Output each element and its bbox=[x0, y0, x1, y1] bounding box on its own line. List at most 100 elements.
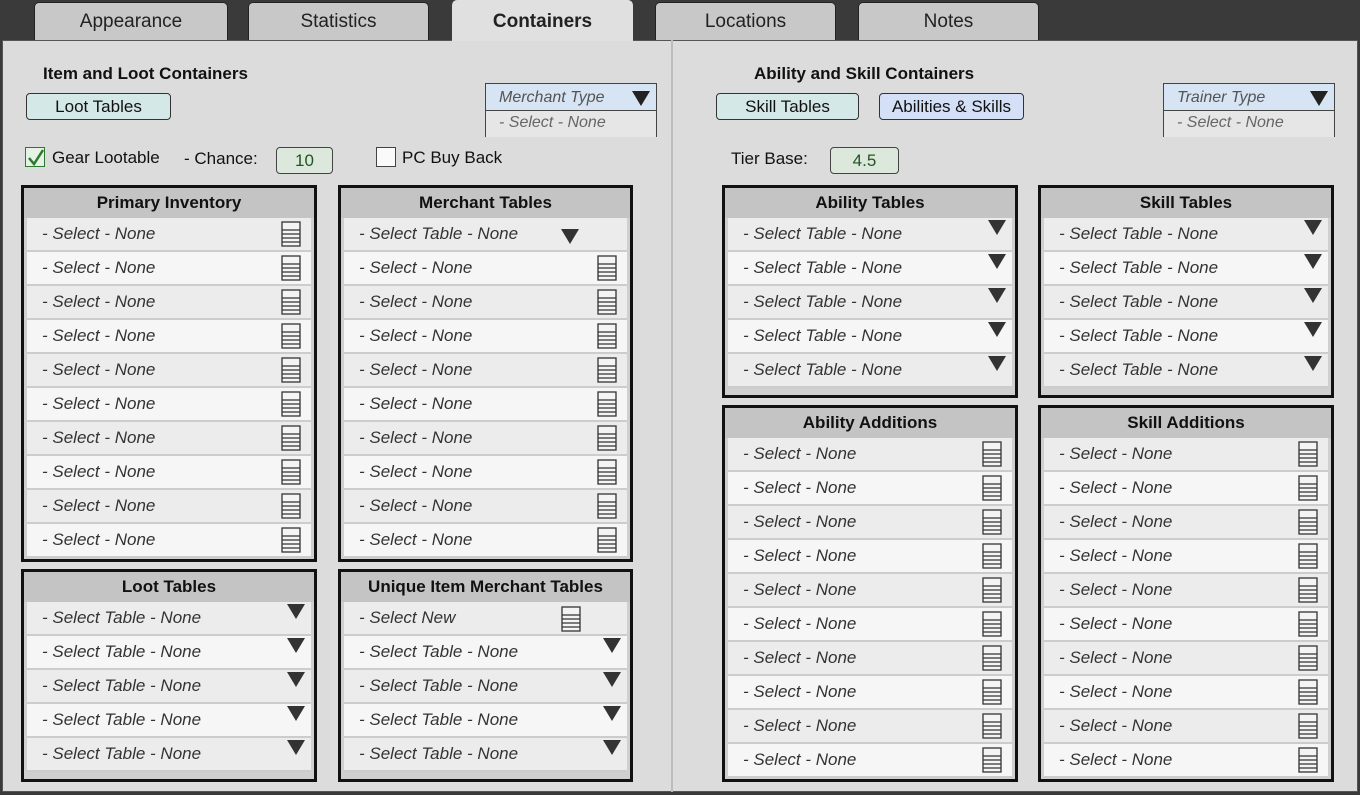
dropdown-triangle-icon[interactable] bbox=[988, 322, 1006, 337]
list-item[interactable]: - Select - None bbox=[1044, 744, 1328, 778]
list-icon[interactable] bbox=[982, 645, 1002, 671]
list-item[interactable]: - Select Table - None bbox=[728, 252, 1012, 286]
list-icon[interactable] bbox=[982, 713, 1002, 739]
pc-buy-back-checkbox[interactable] bbox=[376, 147, 396, 167]
list-icon[interactable] bbox=[1298, 543, 1318, 569]
list-icon[interactable] bbox=[561, 606, 581, 632]
dropdown-triangle-icon[interactable] bbox=[1304, 254, 1322, 269]
dropdown-triangle-icon[interactable] bbox=[287, 706, 305, 721]
list-item[interactable]: - Select Table - None bbox=[27, 602, 311, 636]
list-icon[interactable] bbox=[982, 611, 1002, 637]
list-item[interactable]: - Select - None bbox=[27, 456, 311, 490]
list-item[interactable]: - Select Table - None bbox=[27, 738, 311, 772]
list-icon[interactable] bbox=[1298, 441, 1318, 467]
list-icon[interactable] bbox=[597, 323, 617, 349]
list-icon[interactable] bbox=[982, 543, 1002, 569]
dropdown-triangle-icon[interactable] bbox=[1304, 356, 1322, 371]
list-item[interactable]: - Select Table - None bbox=[344, 670, 627, 704]
dropdown-triangle-icon[interactable] bbox=[988, 356, 1006, 371]
dropdown-triangle-icon[interactable] bbox=[603, 740, 621, 755]
dropdown-triangle-icon[interactable] bbox=[988, 288, 1006, 303]
list-item[interactable]: - Select - None bbox=[728, 540, 1012, 574]
tab-locations[interactable]: Locations bbox=[655, 2, 836, 40]
list-icon[interactable] bbox=[597, 493, 617, 519]
list-item[interactable]: - Select - None bbox=[344, 354, 627, 388]
list-item[interactable]: - Select - None bbox=[27, 354, 311, 388]
dropdown-triangle-icon[interactable] bbox=[561, 229, 579, 244]
list-item[interactable]: - Select Table - None bbox=[344, 218, 627, 252]
dropdown-triangle-icon[interactable] bbox=[603, 706, 621, 721]
list-item[interactable]: - Select - None bbox=[1044, 574, 1328, 608]
list-icon[interactable] bbox=[597, 459, 617, 485]
dropdown-triangle-icon[interactable] bbox=[632, 91, 650, 106]
dropdown-triangle-icon[interactable] bbox=[603, 638, 621, 653]
list-item[interactable]: - Select - None bbox=[27, 320, 311, 354]
list-item[interactable]: - Select - None bbox=[728, 608, 1012, 642]
list-item[interactable]: - Select Table - None bbox=[728, 286, 1012, 320]
dropdown-triangle-icon[interactable] bbox=[988, 254, 1006, 269]
list-icon[interactable] bbox=[982, 577, 1002, 603]
list-item[interactable]: - Select - None bbox=[728, 506, 1012, 540]
list-icon[interactable] bbox=[281, 391, 301, 417]
list-icon[interactable] bbox=[597, 289, 617, 315]
list-icon[interactable] bbox=[597, 357, 617, 383]
list-item[interactable]: - Select Table - None bbox=[1044, 320, 1328, 354]
list-item[interactable]: - Select - None bbox=[27, 490, 311, 524]
list-item[interactable]: - Select - None bbox=[728, 438, 1012, 472]
list-item[interactable]: - Select Table - None bbox=[344, 636, 627, 670]
list-item[interactable]: - Select Table - None bbox=[344, 738, 627, 772]
dropdown-triangle-icon[interactable] bbox=[1310, 91, 1328, 106]
tab-appearance[interactable]: Appearance bbox=[34, 2, 228, 40]
list-item[interactable]: - Select - None bbox=[728, 676, 1012, 710]
tab-statistics[interactable]: Statistics bbox=[248, 2, 429, 40]
dropdown-triangle-icon[interactable] bbox=[287, 672, 305, 687]
merchant-type-select[interactable]: Merchant Type - Select - None bbox=[485, 83, 657, 137]
list-icon[interactable] bbox=[982, 679, 1002, 705]
list-icon[interactable] bbox=[281, 323, 301, 349]
dropdown-triangle-icon[interactable] bbox=[1304, 322, 1322, 337]
skill-tables-button[interactable]: Skill Tables bbox=[716, 93, 859, 120]
dropdown-triangle-icon[interactable] bbox=[1304, 220, 1322, 235]
list-item[interactable]: - Select - None bbox=[27, 252, 311, 286]
dropdown-triangle-icon[interactable] bbox=[287, 740, 305, 755]
list-icon[interactable] bbox=[281, 459, 301, 485]
tab-notes[interactable]: Notes bbox=[858, 2, 1039, 40]
list-icon[interactable] bbox=[1298, 747, 1318, 773]
list-item[interactable]: - Select - None bbox=[1044, 472, 1328, 506]
list-item[interactable]: - Select - None bbox=[728, 642, 1012, 676]
list-item[interactable]: - Select Table - None bbox=[728, 320, 1012, 354]
dropdown-triangle-icon[interactable] bbox=[287, 638, 305, 653]
trainer-type-select[interactable]: Trainer Type - Select - None bbox=[1163, 83, 1335, 137]
list-icon[interactable] bbox=[982, 509, 1002, 535]
list-item[interactable]: - Select New bbox=[344, 602, 627, 636]
loot-tables-button[interactable]: Loot Tables bbox=[26, 93, 171, 120]
list-item[interactable]: - Select - None bbox=[1044, 608, 1328, 642]
list-item[interactable]: - Select - None bbox=[27, 218, 311, 252]
list-item[interactable]: - Select - None bbox=[1044, 540, 1328, 574]
list-icon[interactable] bbox=[281, 493, 301, 519]
list-item[interactable]: - Select Table - None bbox=[1044, 354, 1328, 388]
list-icon[interactable] bbox=[982, 747, 1002, 773]
list-icon[interactable] bbox=[281, 357, 301, 383]
list-item[interactable]: - Select - None bbox=[344, 422, 627, 456]
list-icon[interactable] bbox=[1298, 509, 1318, 535]
dropdown-triangle-icon[interactable] bbox=[603, 672, 621, 687]
list-item[interactable]: - Select Table - None bbox=[728, 354, 1012, 388]
gear-lootable-checkbox[interactable] bbox=[25, 147, 45, 167]
list-item[interactable]: - Select - None bbox=[344, 388, 627, 422]
list-icon[interactable] bbox=[597, 527, 617, 553]
list-item[interactable]: - Select Table - None bbox=[1044, 286, 1328, 320]
dropdown-triangle-icon[interactable] bbox=[988, 220, 1006, 235]
list-item[interactable]: - Select Table - None bbox=[27, 670, 311, 704]
list-item[interactable]: - Select - None bbox=[27, 388, 311, 422]
list-icon[interactable] bbox=[1298, 679, 1318, 705]
tab-containers[interactable]: Containers bbox=[452, 0, 633, 41]
abilities-skills-button[interactable]: Abilities & Skills bbox=[879, 93, 1024, 120]
list-item[interactable]: - Select - None bbox=[27, 422, 311, 456]
list-item[interactable]: - Select - None bbox=[344, 490, 627, 524]
list-icon[interactable] bbox=[281, 425, 301, 451]
list-item[interactable]: - Select - None bbox=[1044, 438, 1328, 472]
tier-base-input[interactable]: 4.5 bbox=[830, 147, 899, 174]
list-icon[interactable] bbox=[982, 441, 1002, 467]
list-icon[interactable] bbox=[281, 255, 301, 281]
